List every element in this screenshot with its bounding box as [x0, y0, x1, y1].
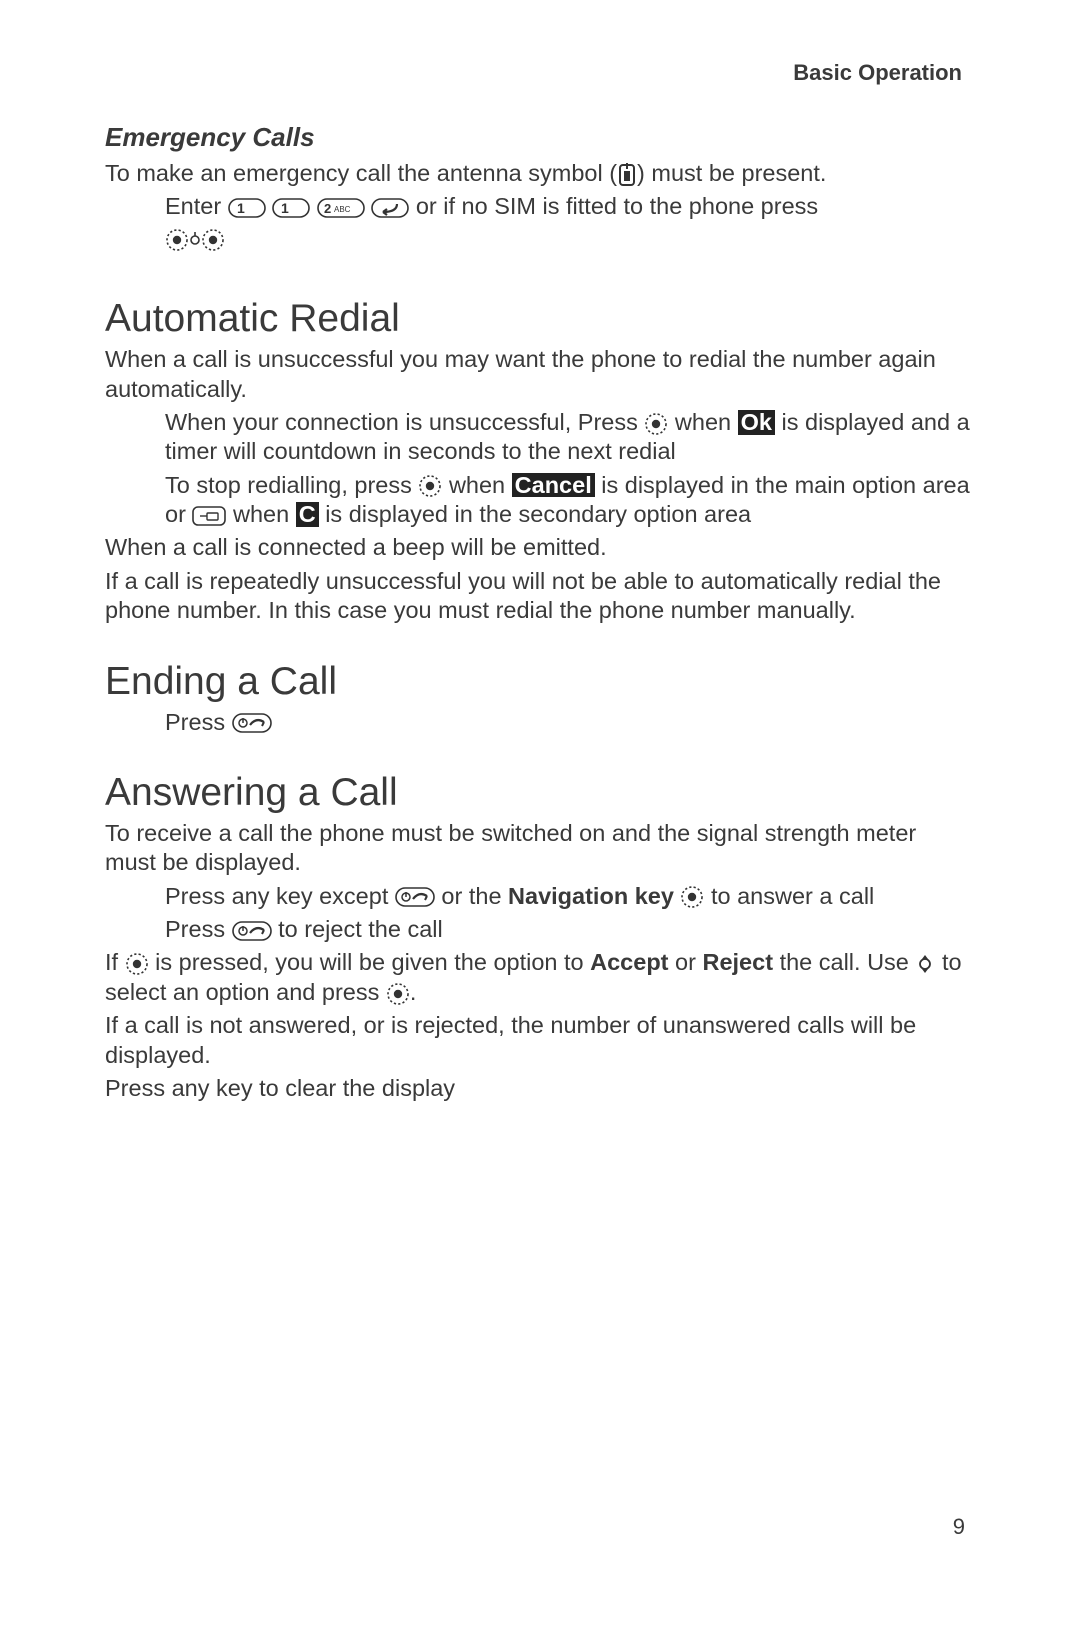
- nav-center-icon: [125, 952, 149, 976]
- nav-center-icon: [418, 474, 442, 498]
- text: or if no SIM is fitted to the phone pres…: [416, 193, 818, 219]
- redial-intro: When a call is unsuccessful you may want…: [105, 345, 970, 404]
- answer-ifnav: If is pressed, you will be given the opt…: [105, 948, 970, 1007]
- answer-step2: Press to reject the call: [165, 915, 970, 944]
- answer-after1: If a call is not answered, or is rejecte…: [105, 1011, 970, 1070]
- answer-after2: Press any key to clear the display: [105, 1074, 970, 1103]
- end-key-icon: [395, 887, 435, 907]
- redial-heading: Automatic Redial: [105, 297, 970, 341]
- emergency-intro: To make an emergency call the antenna sy…: [105, 159, 970, 188]
- text: is displayed in the secondary option are…: [325, 501, 751, 527]
- text: when: [233, 501, 296, 527]
- reject-label: Reject: [702, 949, 773, 975]
- accept-label: Accept: [590, 949, 668, 975]
- nav-center-icon: [201, 228, 225, 252]
- answer-step1: Press any key except or the Navigation k…: [165, 882, 970, 911]
- page-number: 9: [953, 1514, 965, 1540]
- text: the call. Use: [780, 949, 916, 975]
- section-header: Basic Operation: [105, 60, 970, 86]
- text: If: [105, 949, 125, 975]
- send-key-icon: [371, 198, 409, 218]
- end-press: Press: [165, 708, 970, 737]
- end-key-icon: [232, 713, 272, 733]
- text: to reject the call: [278, 916, 443, 942]
- end-heading: Ending a Call: [105, 660, 970, 704]
- cancel-label: Cancel: [512, 473, 595, 498]
- emergency-heading: Emergency Calls: [105, 122, 970, 153]
- text: or the: [441, 883, 508, 909]
- c-label: C: [296, 502, 319, 527]
- nav-center-icon: [644, 412, 668, 436]
- emergency-nav-seq: [165, 224, 970, 253]
- text: Press any key except: [165, 883, 395, 909]
- nav-center-icon: [386, 982, 410, 1006]
- nav-center-icon: [165, 228, 189, 252]
- answer-heading: Answering a Call: [105, 771, 970, 815]
- nav-key-label: Navigation key: [508, 883, 674, 909]
- text: or: [675, 949, 702, 975]
- text: To stop redialling, press: [165, 472, 418, 498]
- redial-step1: When your connection is unsuccessful, Pr…: [165, 408, 970, 467]
- key-2abc-icon: [317, 198, 365, 218]
- redial-after2: If a call is repeatedly unsuccessful you…: [105, 567, 970, 626]
- text: is pressed, you will be given the option…: [155, 949, 590, 975]
- text: when: [675, 409, 738, 435]
- text: ) must be present.: [637, 160, 826, 186]
- manual-page: Basic Operation Emergency Calls To make …: [0, 0, 1080, 1632]
- redial-step2: To stop redialling, press when Cancel is…: [165, 471, 970, 530]
- power-small-icon: [189, 230, 201, 250]
- key-1-icon: [228, 198, 266, 218]
- end-key-icon: [232, 921, 272, 941]
- text: When your connection is unsuccessful, Pr…: [165, 409, 644, 435]
- softkey-icon: [192, 506, 226, 526]
- nav-center-icon: [680, 885, 704, 909]
- text: Press: [165, 916, 232, 942]
- nav-updown-icon: [915, 952, 935, 976]
- redial-after1: When a call is connected a beep will be …: [105, 533, 970, 562]
- answer-intro: To receive a call the phone must be swit…: [105, 819, 970, 878]
- text: To make an emergency call the antenna sy…: [105, 160, 617, 186]
- antenna-icon: [617, 163, 637, 187]
- ok-label: Ok: [738, 410, 775, 435]
- text: to answer a call: [711, 883, 874, 909]
- text: when: [449, 472, 512, 498]
- emergency-enter: Enter or if no SIM is fitted to the phon…: [165, 192, 970, 221]
- text: .: [410, 979, 417, 1005]
- key-1-icon: [272, 198, 310, 218]
- text: Press: [165, 709, 232, 735]
- text: Enter: [165, 193, 228, 219]
